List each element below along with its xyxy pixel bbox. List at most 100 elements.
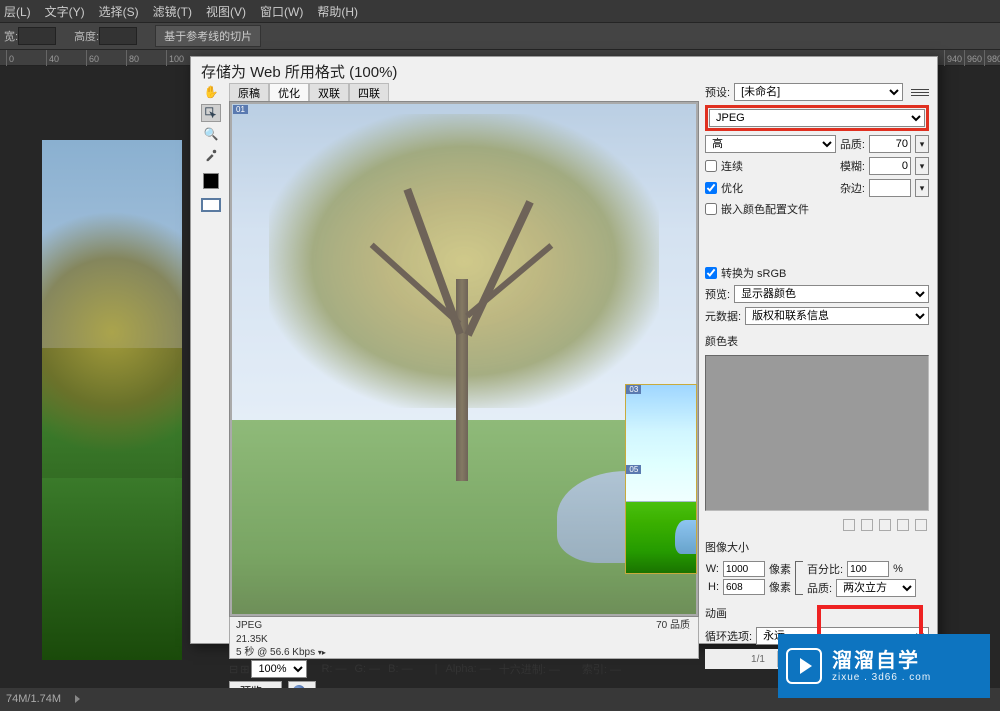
w-unit: 像素 <box>769 561 791 577</box>
blur-dropdown-icon[interactable]: ▾ <box>915 157 929 175</box>
animation-page: 1/1 <box>751 654 765 665</box>
tab-optimized[interactable]: 优化 <box>269 83 309 101</box>
panel-menu-icon[interactable] <box>911 85 929 99</box>
quality-dropdown-icon[interactable]: ▾ <box>915 135 929 153</box>
info-format: JPEG <box>236 619 692 633</box>
hand-tool-icon[interactable]: ✋ <box>201 83 221 101</box>
document-image <box>42 140 182 660</box>
ruler-tick: 980 <box>984 50 1000 66</box>
opt-height-input[interactable] <box>99 27 137 45</box>
colortable-label: 颜色表 <box>705 333 929 349</box>
ruler-tick: 100 <box>166 50 184 66</box>
options-bar: 宽: 高度: 基于参考线的切片 <box>0 22 1000 50</box>
quality-input[interactable] <box>869 135 911 153</box>
ruler-tick: 60 <box>86 50 99 66</box>
icc-checkbox[interactable] <box>705 203 717 215</box>
format-highlight: JPEG <box>705 105 929 131</box>
metadata-select[interactable]: 版权和联系信息 <box>745 307 929 325</box>
ct-icon[interactable] <box>843 519 855 531</box>
preview-viewport[interactable]: 01 03 05 <box>229 101 699 617</box>
menu-type[interactable]: 文字(Y) <box>45 3 85 20</box>
document-window[interactable] <box>42 140 182 660</box>
percent-unit: % <box>893 563 903 575</box>
optimized-checkbox[interactable] <box>705 182 717 194</box>
settings-panel: 预设: [未命名] JPEG 高 品质: ▾ 连续 模糊: ▾ 优化 <box>705 83 929 703</box>
ruler-tick: 940 <box>944 50 962 66</box>
preview-column: 原稿 优化 双联 四联 <box>229 83 699 703</box>
zoom-in-icon[interactable]: ⊞ <box>240 663 249 676</box>
image-size-label: 图像大小 <box>705 539 929 555</box>
status-zoom: 74M/1.74M <box>6 693 61 705</box>
h-unit: 像素 <box>769 579 791 595</box>
menu-select[interactable]: 选择(S) <box>99 3 139 20</box>
srgb-label: 转换为 sRGB <box>721 265 786 281</box>
h-label: H: <box>705 581 719 593</box>
jpeg-quality-preset-select[interactable]: 高 <box>705 135 836 153</box>
readout-b: B: — <box>388 663 412 675</box>
preview-mode-select[interactable]: 显示器颜色 <box>734 285 929 303</box>
app-menubar: 层(L) 文字(Y) 选择(S) 滤镜(T) 视图(V) 窗口(W) 帮助(H) <box>0 0 1000 22</box>
ct-icon[interactable] <box>879 519 891 531</box>
selected-slice[interactable] <box>626 385 696 574</box>
menu-layer[interactable]: 层(L) <box>4 3 31 20</box>
animation-label: 动画 <box>705 605 929 621</box>
optimized-label: 优化 <box>721 180 743 196</box>
slice-visibility-toggle[interactable] <box>201 198 221 212</box>
menu-filter[interactable]: 滤镜(T) <box>153 3 192 20</box>
slice-badge: 01 <box>233 105 248 114</box>
readout-r: R: — <box>321 663 346 675</box>
width-input[interactable] <box>723 561 765 577</box>
zoom-out-icon[interactable]: ⊟ <box>229 663 238 676</box>
slice-badge: 03 <box>626 385 641 394</box>
percent-label: 百分比: <box>807 561 843 577</box>
zoom-select[interactable]: 100% <box>251 660 307 678</box>
format-select[interactable]: JPEG <box>709 109 925 127</box>
save-for-web-dialog: 存储为 Web 所用格式 (100%) ✋ 🔍 原稿 优化 双联 四联 <box>190 56 938 644</box>
blur-input[interactable] <box>869 157 911 175</box>
watermark-logo-icon <box>786 648 822 684</box>
percent-input[interactable] <box>847 561 889 577</box>
resample-quality-label: 品质: <box>807 580 832 596</box>
ct-icon[interactable] <box>897 519 909 531</box>
ct-trash-icon[interactable] <box>915 519 927 531</box>
link-icon[interactable] <box>795 561 803 595</box>
matte-swatch[interactable] <box>869 179 911 197</box>
preset-select[interactable]: [未命名] <box>734 83 903 101</box>
eyedropper-tool-icon[interactable] <box>201 146 221 164</box>
slice-from-guides-button[interactable]: 基于参考线的切片 <box>155 25 261 47</box>
opt-width-input[interactable] <box>18 27 56 45</box>
dialog-tools: ✋ 🔍 <box>199 83 223 703</box>
srgb-checkbox[interactable] <box>705 267 717 279</box>
height-input[interactable] <box>723 579 765 595</box>
ruler-tick: 40 <box>46 50 59 66</box>
slice-select-tool-icon[interactable] <box>201 104 221 122</box>
status-flyout-icon[interactable] <box>75 695 80 703</box>
color-table-footer <box>705 517 929 531</box>
foreground-color-swatch[interactable] <box>203 173 219 189</box>
tab-original[interactable]: 原稿 <box>229 83 269 101</box>
preview-status-row: ⊟ ⊞ 100% R: — G: — B: — | Alpha: — 十六进制:… <box>229 659 699 679</box>
preview-info: JPEG 21.35K 5 秒 @ 56.6 Kbps ▾▸ 70 品质 <box>229 617 699 659</box>
preview-mode-label: 预览: <box>705 286 730 302</box>
ruler-tick: 960 <box>964 50 982 66</box>
menu-window[interactable]: 窗口(W) <box>260 3 303 20</box>
quality-label: 品质: <box>840 136 865 152</box>
resample-select[interactable]: 两次立方 <box>836 579 916 597</box>
loop-label: 循环选项: <box>705 628 752 644</box>
opt-height-label: 高度: <box>74 28 99 44</box>
watermark-url: zixue . 3d66 . com <box>832 672 931 683</box>
preset-label: 预设: <box>705 84 730 100</box>
blur-label: 模糊: <box>840 158 865 174</box>
slice-badge: 05 <box>626 465 641 474</box>
menu-help[interactable]: 帮助(H) <box>317 3 358 20</box>
watermark: 溜溜自学 zixue . 3d66 . com <box>778 634 990 698</box>
color-table[interactable] <box>705 355 929 511</box>
zoom-tool-icon[interactable]: 🔍 <box>201 125 221 143</box>
progressive-checkbox[interactable] <box>705 160 717 172</box>
ct-icon[interactable] <box>861 519 873 531</box>
ruler-tick: 0 <box>6 50 14 66</box>
tab-4up[interactable]: 四联 <box>349 83 389 101</box>
matte-dropdown-icon[interactable]: ▾ <box>915 179 929 197</box>
menu-view[interactable]: 视图(V) <box>206 3 246 20</box>
tab-2up[interactable]: 双联 <box>309 83 349 101</box>
